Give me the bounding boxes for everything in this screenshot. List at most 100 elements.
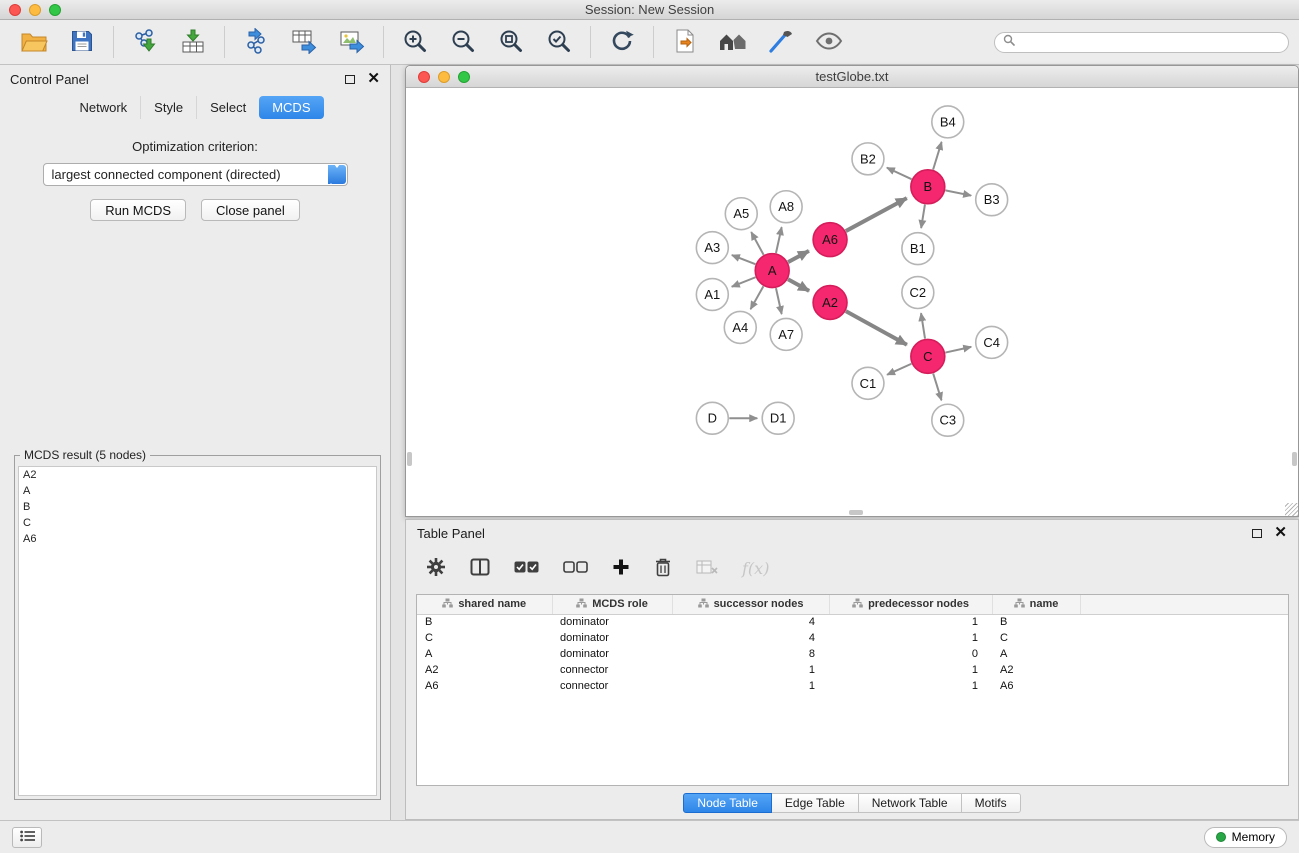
export-network-button[interactable] bbox=[238, 24, 274, 60]
tab-style[interactable]: Style bbox=[140, 96, 196, 119]
network-node-B4[interactable]: B4 bbox=[932, 106, 964, 138]
table-settings-button[interactable] bbox=[426, 557, 446, 580]
cell-successor-nodes[interactable]: 4 bbox=[672, 614, 829, 630]
import-network-button[interactable] bbox=[127, 24, 163, 60]
network-node-D[interactable]: D bbox=[696, 402, 728, 434]
mcds-result-item[interactable]: A bbox=[19, 483, 376, 499]
edge-A-A8[interactable] bbox=[776, 227, 782, 253]
network-node-C[interactable]: C bbox=[911, 339, 945, 373]
network-close-button[interactable] bbox=[418, 71, 430, 83]
minimize-window-button[interactable] bbox=[29, 4, 41, 16]
close-panel-icon[interactable]: ✕ bbox=[367, 74, 380, 84]
optimization-criterion-select[interactable]: largest connected component (directed) bbox=[43, 163, 348, 186]
export-image-button[interactable] bbox=[334, 24, 370, 60]
network-node-A6[interactable]: A6 bbox=[813, 223, 847, 257]
column-header-mcds-role[interactable]: MCDS role bbox=[552, 595, 672, 614]
close-table-panel-icon[interactable]: ✕ bbox=[1274, 528, 1287, 538]
overview-button[interactable] bbox=[811, 24, 847, 60]
zoom-out-button[interactable] bbox=[445, 24, 481, 60]
float-panel-icon[interactable] bbox=[345, 75, 355, 84]
run-mcds-button[interactable]: Run MCDS bbox=[90, 199, 186, 221]
float-table-panel-icon[interactable] bbox=[1252, 529, 1262, 538]
edge-A2-C[interactable] bbox=[846, 311, 907, 345]
column-header-predecessor-nodes[interactable]: predecessor nodes bbox=[829, 595, 992, 614]
memory-button[interactable]: Memory bbox=[1204, 827, 1287, 848]
table-row[interactable]: A2connector11A2 bbox=[417, 662, 1288, 678]
mcds-result-item[interactable]: A2 bbox=[19, 467, 376, 483]
select-all-button[interactable] bbox=[514, 561, 539, 576]
cell-name[interactable]: C bbox=[992, 630, 1080, 646]
mcds-result-item[interactable]: B bbox=[19, 499, 376, 515]
resize-grip[interactable] bbox=[1285, 503, 1298, 516]
cell-mcds-role[interactable]: dominator bbox=[552, 630, 672, 646]
network-node-B3[interactable]: B3 bbox=[976, 184, 1008, 216]
cell-mcds-role[interactable]: dominator bbox=[552, 646, 672, 662]
edge-A-A4[interactable] bbox=[751, 286, 764, 309]
task-history-button[interactable] bbox=[12, 827, 42, 848]
export-table-button[interactable] bbox=[286, 24, 322, 60]
cell-predecessor-nodes[interactable]: 1 bbox=[829, 662, 992, 678]
edge-A-A3[interactable] bbox=[732, 255, 756, 264]
network-node-B1[interactable]: B1 bbox=[902, 233, 934, 265]
column-header-name[interactable]: name bbox=[992, 595, 1080, 614]
edge-A-A6[interactable] bbox=[788, 251, 809, 262]
mcds-result-item[interactable]: C bbox=[19, 515, 376, 531]
tab-network[interactable]: Network bbox=[66, 96, 140, 119]
tab-node-table[interactable]: Node Table bbox=[683, 793, 772, 813]
cell-shared-name[interactable]: B bbox=[417, 614, 552, 630]
cell-predecessor-nodes[interactable]: 1 bbox=[829, 678, 992, 694]
open-session-button[interactable] bbox=[16, 24, 52, 60]
edge-A-A5[interactable] bbox=[751, 232, 763, 255]
cell-shared-name[interactable]: A bbox=[417, 646, 552, 662]
column-header-shared-name[interactable]: shared name bbox=[417, 595, 552, 614]
cell-name[interactable]: B bbox=[992, 614, 1080, 630]
cell-predecessor-nodes[interactable]: 1 bbox=[829, 630, 992, 646]
edge-C-C1[interactable] bbox=[887, 364, 911, 375]
edge-A6-B[interactable] bbox=[846, 198, 907, 231]
close-panel-button[interactable]: Close panel bbox=[201, 199, 300, 221]
tab-network-table[interactable]: Network Table bbox=[859, 793, 962, 813]
edge-A-A2[interactable] bbox=[788, 279, 809, 291]
edge-C-C3[interactable] bbox=[933, 374, 941, 401]
import-table-button[interactable] bbox=[175, 24, 211, 60]
cell-shared-name[interactable]: A6 bbox=[417, 678, 552, 694]
edge-B-B1[interactable] bbox=[921, 205, 925, 228]
cell-predecessor-nodes[interactable]: 0 bbox=[829, 646, 992, 662]
zoom-fit-button[interactable] bbox=[493, 24, 529, 60]
tab-edge-table[interactable]: Edge Table bbox=[772, 793, 859, 813]
cell-predecessor-nodes[interactable]: 1 bbox=[829, 614, 992, 630]
network-node-A1[interactable]: A1 bbox=[696, 279, 728, 311]
tab-mcds[interactable]: MCDS bbox=[259, 96, 323, 119]
network-zoom-button[interactable] bbox=[458, 71, 470, 83]
column-header-successor-nodes[interactable]: successor nodes bbox=[672, 595, 829, 614]
network-node-A5[interactable]: A5 bbox=[725, 198, 757, 230]
cell-mcds-role[interactable]: connector bbox=[552, 678, 672, 694]
deselect-all-button[interactable] bbox=[563, 561, 588, 576]
tab-motifs[interactable]: Motifs bbox=[962, 793, 1021, 813]
home-button[interactable] bbox=[715, 24, 751, 60]
delete-table-button[interactable] bbox=[696, 559, 718, 578]
network-node-A7[interactable]: A7 bbox=[770, 318, 802, 350]
close-window-button[interactable] bbox=[9, 4, 21, 16]
edge-B-B2[interactable] bbox=[887, 168, 912, 179]
zoom-in-button[interactable] bbox=[397, 24, 433, 60]
save-session-button[interactable] bbox=[64, 24, 100, 60]
network-node-A[interactable]: A bbox=[755, 254, 789, 288]
tab-select[interactable]: Select bbox=[196, 96, 259, 119]
function-builder-button[interactable]: f(x) bbox=[742, 559, 769, 578]
network-window-titlebar[interactable]: testGlobe.txt bbox=[406, 66, 1298, 88]
edge-B-B3[interactable] bbox=[945, 190, 971, 195]
search-input[interactable] bbox=[1020, 35, 1280, 49]
cell-shared-name[interactable]: C bbox=[417, 630, 552, 646]
cell-successor-nodes[interactable]: 1 bbox=[672, 678, 829, 694]
network-node-B[interactable]: B bbox=[911, 170, 945, 204]
cell-name[interactable]: A6 bbox=[992, 678, 1080, 694]
network-node-A2[interactable]: A2 bbox=[813, 286, 847, 320]
cell-successor-nodes[interactable]: 4 bbox=[672, 630, 829, 646]
node-table[interactable]: shared nameMCDS rolesuccessor nodesprede… bbox=[416, 594, 1289, 786]
cell-successor-nodes[interactable]: 8 bbox=[672, 646, 829, 662]
mcds-result-list[interactable]: A2ABCA6 bbox=[18, 466, 377, 796]
network-minimize-button[interactable] bbox=[438, 71, 450, 83]
table-row[interactable]: A6connector11A6 bbox=[417, 678, 1288, 694]
network-node-A4[interactable]: A4 bbox=[724, 311, 756, 343]
